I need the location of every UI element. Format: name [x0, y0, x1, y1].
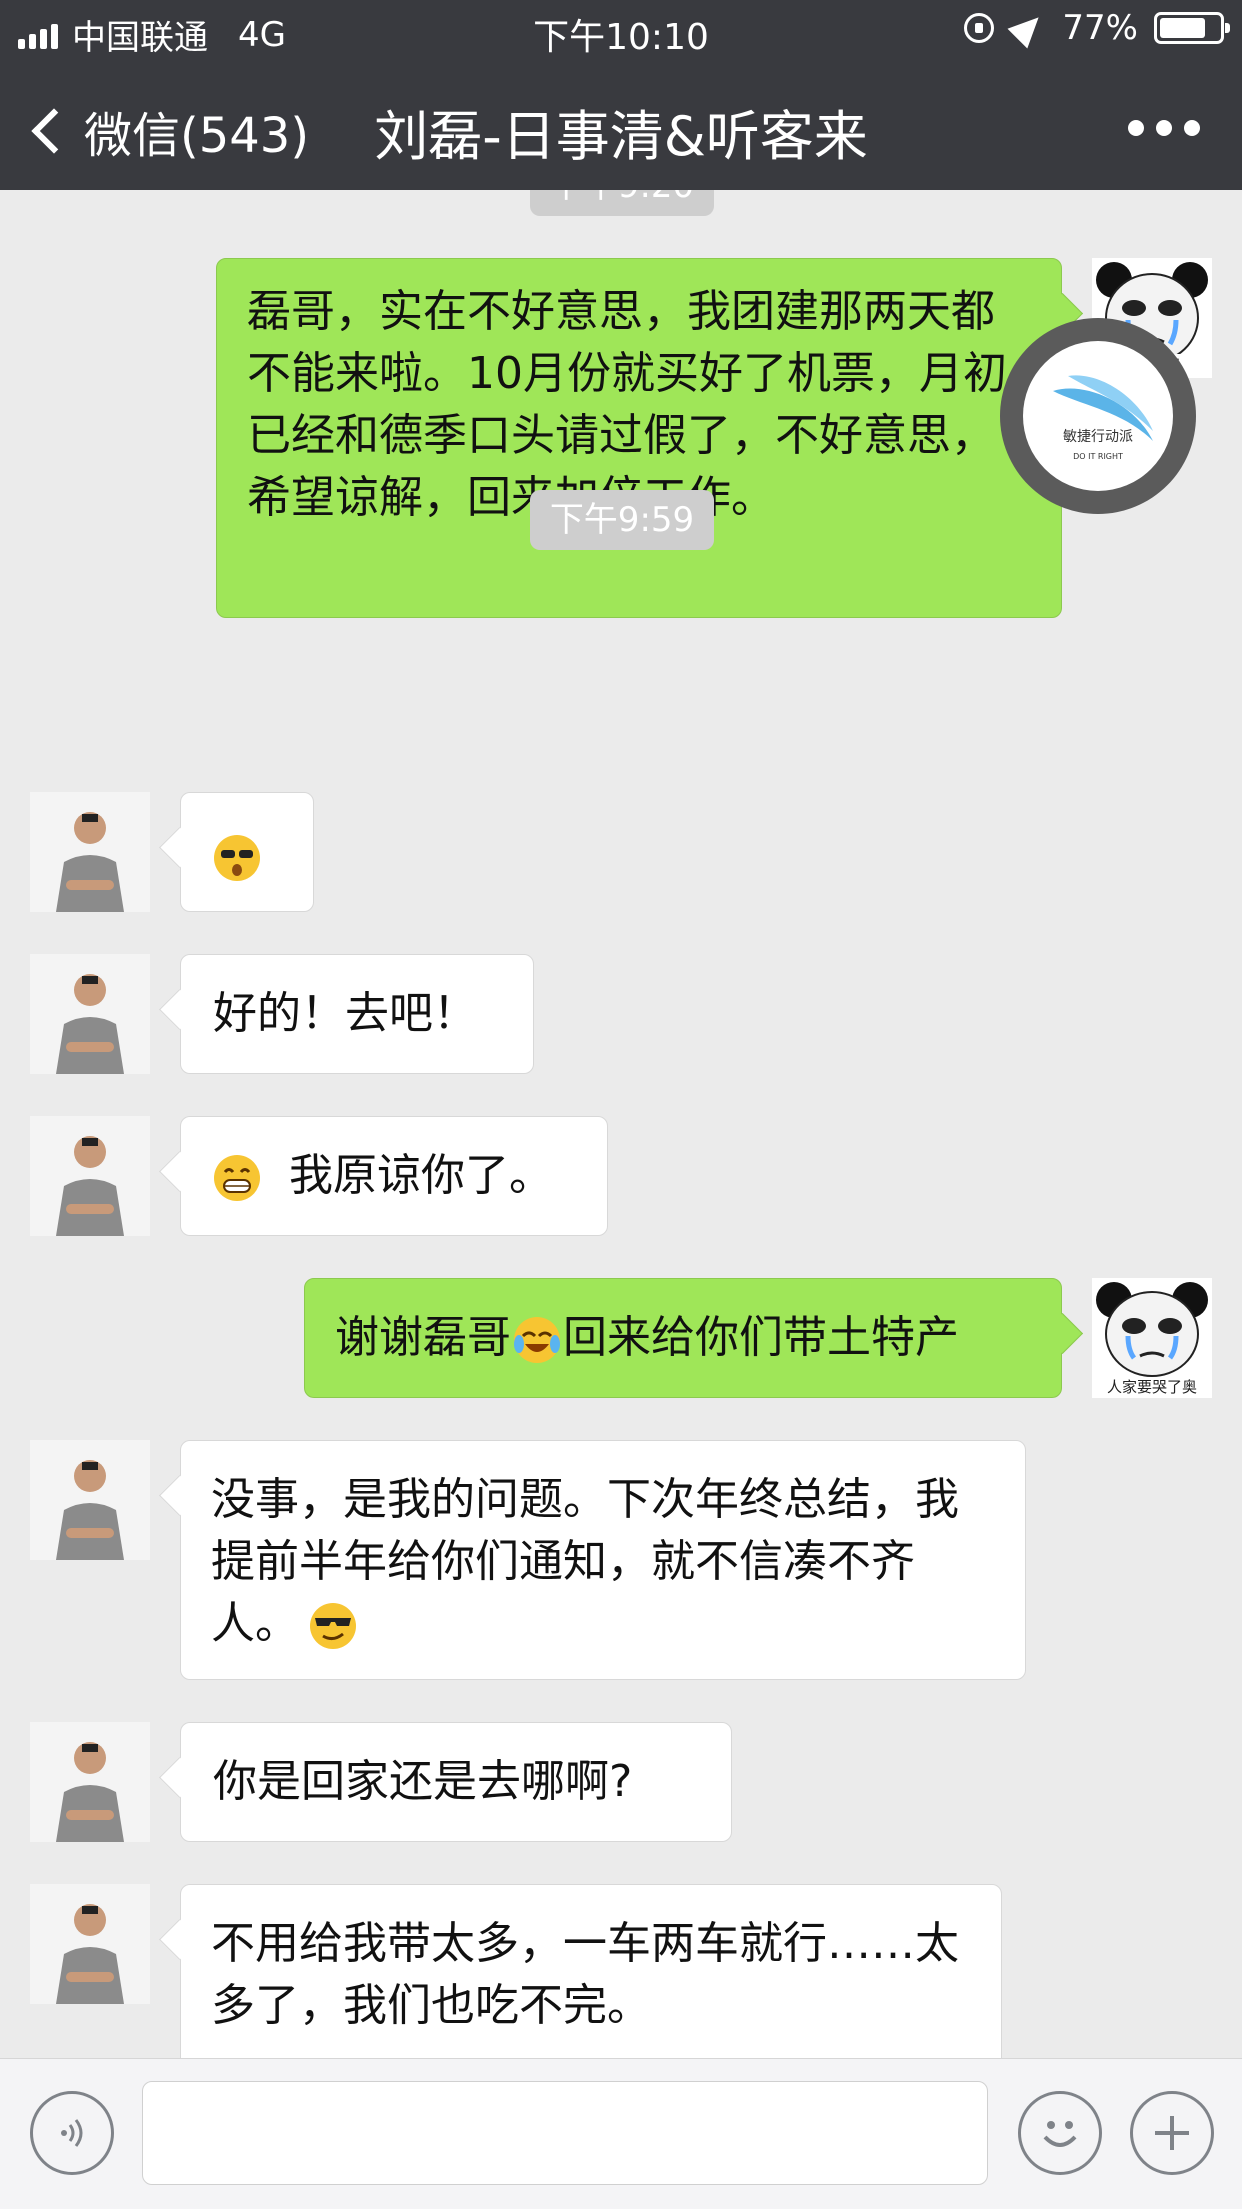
message-text: 我原谅你了。	[289, 1150, 553, 1201]
avatar-contact[interactable]	[30, 792, 150, 912]
message-bubble-in[interactable]: 好的！去吧！	[180, 954, 534, 1074]
message-bubble-out[interactable]: 磊哥，实在不好意思，我团建那两天都不能来啦。10月份就买好了机票，月初已经和德季…	[216, 258, 1062, 618]
watermark-text: 敏捷行动派	[1063, 429, 1133, 445]
message-bubble-in[interactable]: 你是回家还是去哪啊?	[180, 1722, 732, 1842]
back-label: 微信(543)	[84, 108, 310, 164]
watermark-sub: DO IT RIGHT	[1073, 452, 1123, 461]
avatar-contact[interactable]	[30, 1116, 150, 1236]
sticker-caption: 人家要哭了奥	[1106, 1378, 1197, 1396]
grin-emoji	[211, 1152, 263, 1204]
message-bubble-in[interactable]	[180, 792, 314, 912]
status-bar: 中国联通 4G 下午10:10 77%	[0, 0, 1242, 62]
message-text: 好的！去吧！	[213, 988, 477, 1039]
location-icon	[1007, 7, 1049, 49]
laugh-cry-emoji	[511, 1314, 563, 1366]
message-bubble-in[interactable]: 我原谅你了。	[180, 1116, 608, 1236]
battery-icon	[1154, 12, 1230, 44]
emoji-icon[interactable]	[1018, 2091, 1102, 2175]
watermark-logo: 敏捷行动派 DO IT RIGHT	[1023, 341, 1173, 491]
message-text: 回来给你们带土特产	[563, 1312, 959, 1363]
avatar-panda[interactable]: 人家要哭了奥	[1092, 1278, 1212, 1398]
avatar-contact[interactable]	[30, 954, 150, 1074]
message-input[interactable]	[142, 2081, 988, 2185]
watermark-badge: 敏捷行动派 DO IT RIGHT	[1000, 318, 1196, 514]
battery-percent: 77%	[1062, 8, 1138, 48]
voice-icon[interactable]	[30, 2091, 114, 2175]
battery-fill	[1160, 18, 1205, 38]
chevron-left-icon	[31, 108, 77, 154]
more-icon[interactable]	[1128, 120, 1200, 136]
plus-icon[interactable]	[1130, 2091, 1214, 2175]
message-bubble-out[interactable]: 谢谢磊哥 回来给你们带土特产	[304, 1278, 1062, 1398]
nav-bar: 微信(543) 刘磊-日事清&听客来	[0, 62, 1242, 190]
message-text: 你是回家还是去哪啊?	[213, 1756, 633, 1807]
rotation-lock-icon	[964, 13, 995, 43]
timestamp: 下午9:59	[530, 490, 714, 550]
avatar-contact[interactable]	[30, 1722, 150, 1842]
message-text: 谢谢磊哥	[335, 1312, 511, 1363]
message-bubble-in[interactable]: 不用给我带太多，一车两车就行……太多了，我们也吃不完。	[180, 1884, 1002, 2058]
message-text: 磊哥，实在不好意思，我团建那两天都不能来啦。10月份就买好了机票，月初已经和德季…	[247, 286, 1007, 523]
avatar-contact[interactable]	[30, 1440, 150, 1560]
timestamp: 下午9:20	[530, 190, 714, 216]
avatar-contact[interactable]	[30, 1884, 150, 2004]
chat-area[interactable]: 下午9:20 磊哥，实在不好意思，我团建那两天都不能来啦。10月份就买好了机票，…	[0, 190, 1242, 2058]
cool-face-emoji	[211, 832, 263, 884]
status-right: 77%	[964, 7, 1230, 49]
back-button[interactable]: 微信(543)	[30, 96, 309, 166]
input-bar	[0, 2058, 1242, 2209]
message-text: 不用给我带太多，一车两车就行……太多了，我们也吃不完。	[211, 1918, 959, 2031]
message-bubble-in[interactable]: 没事，是我的问题。下次年终总结，我提前半年给你们通知，就不信凑不齐人。	[180, 1440, 1026, 1680]
sunglasses-emoji	[307, 1600, 359, 1652]
